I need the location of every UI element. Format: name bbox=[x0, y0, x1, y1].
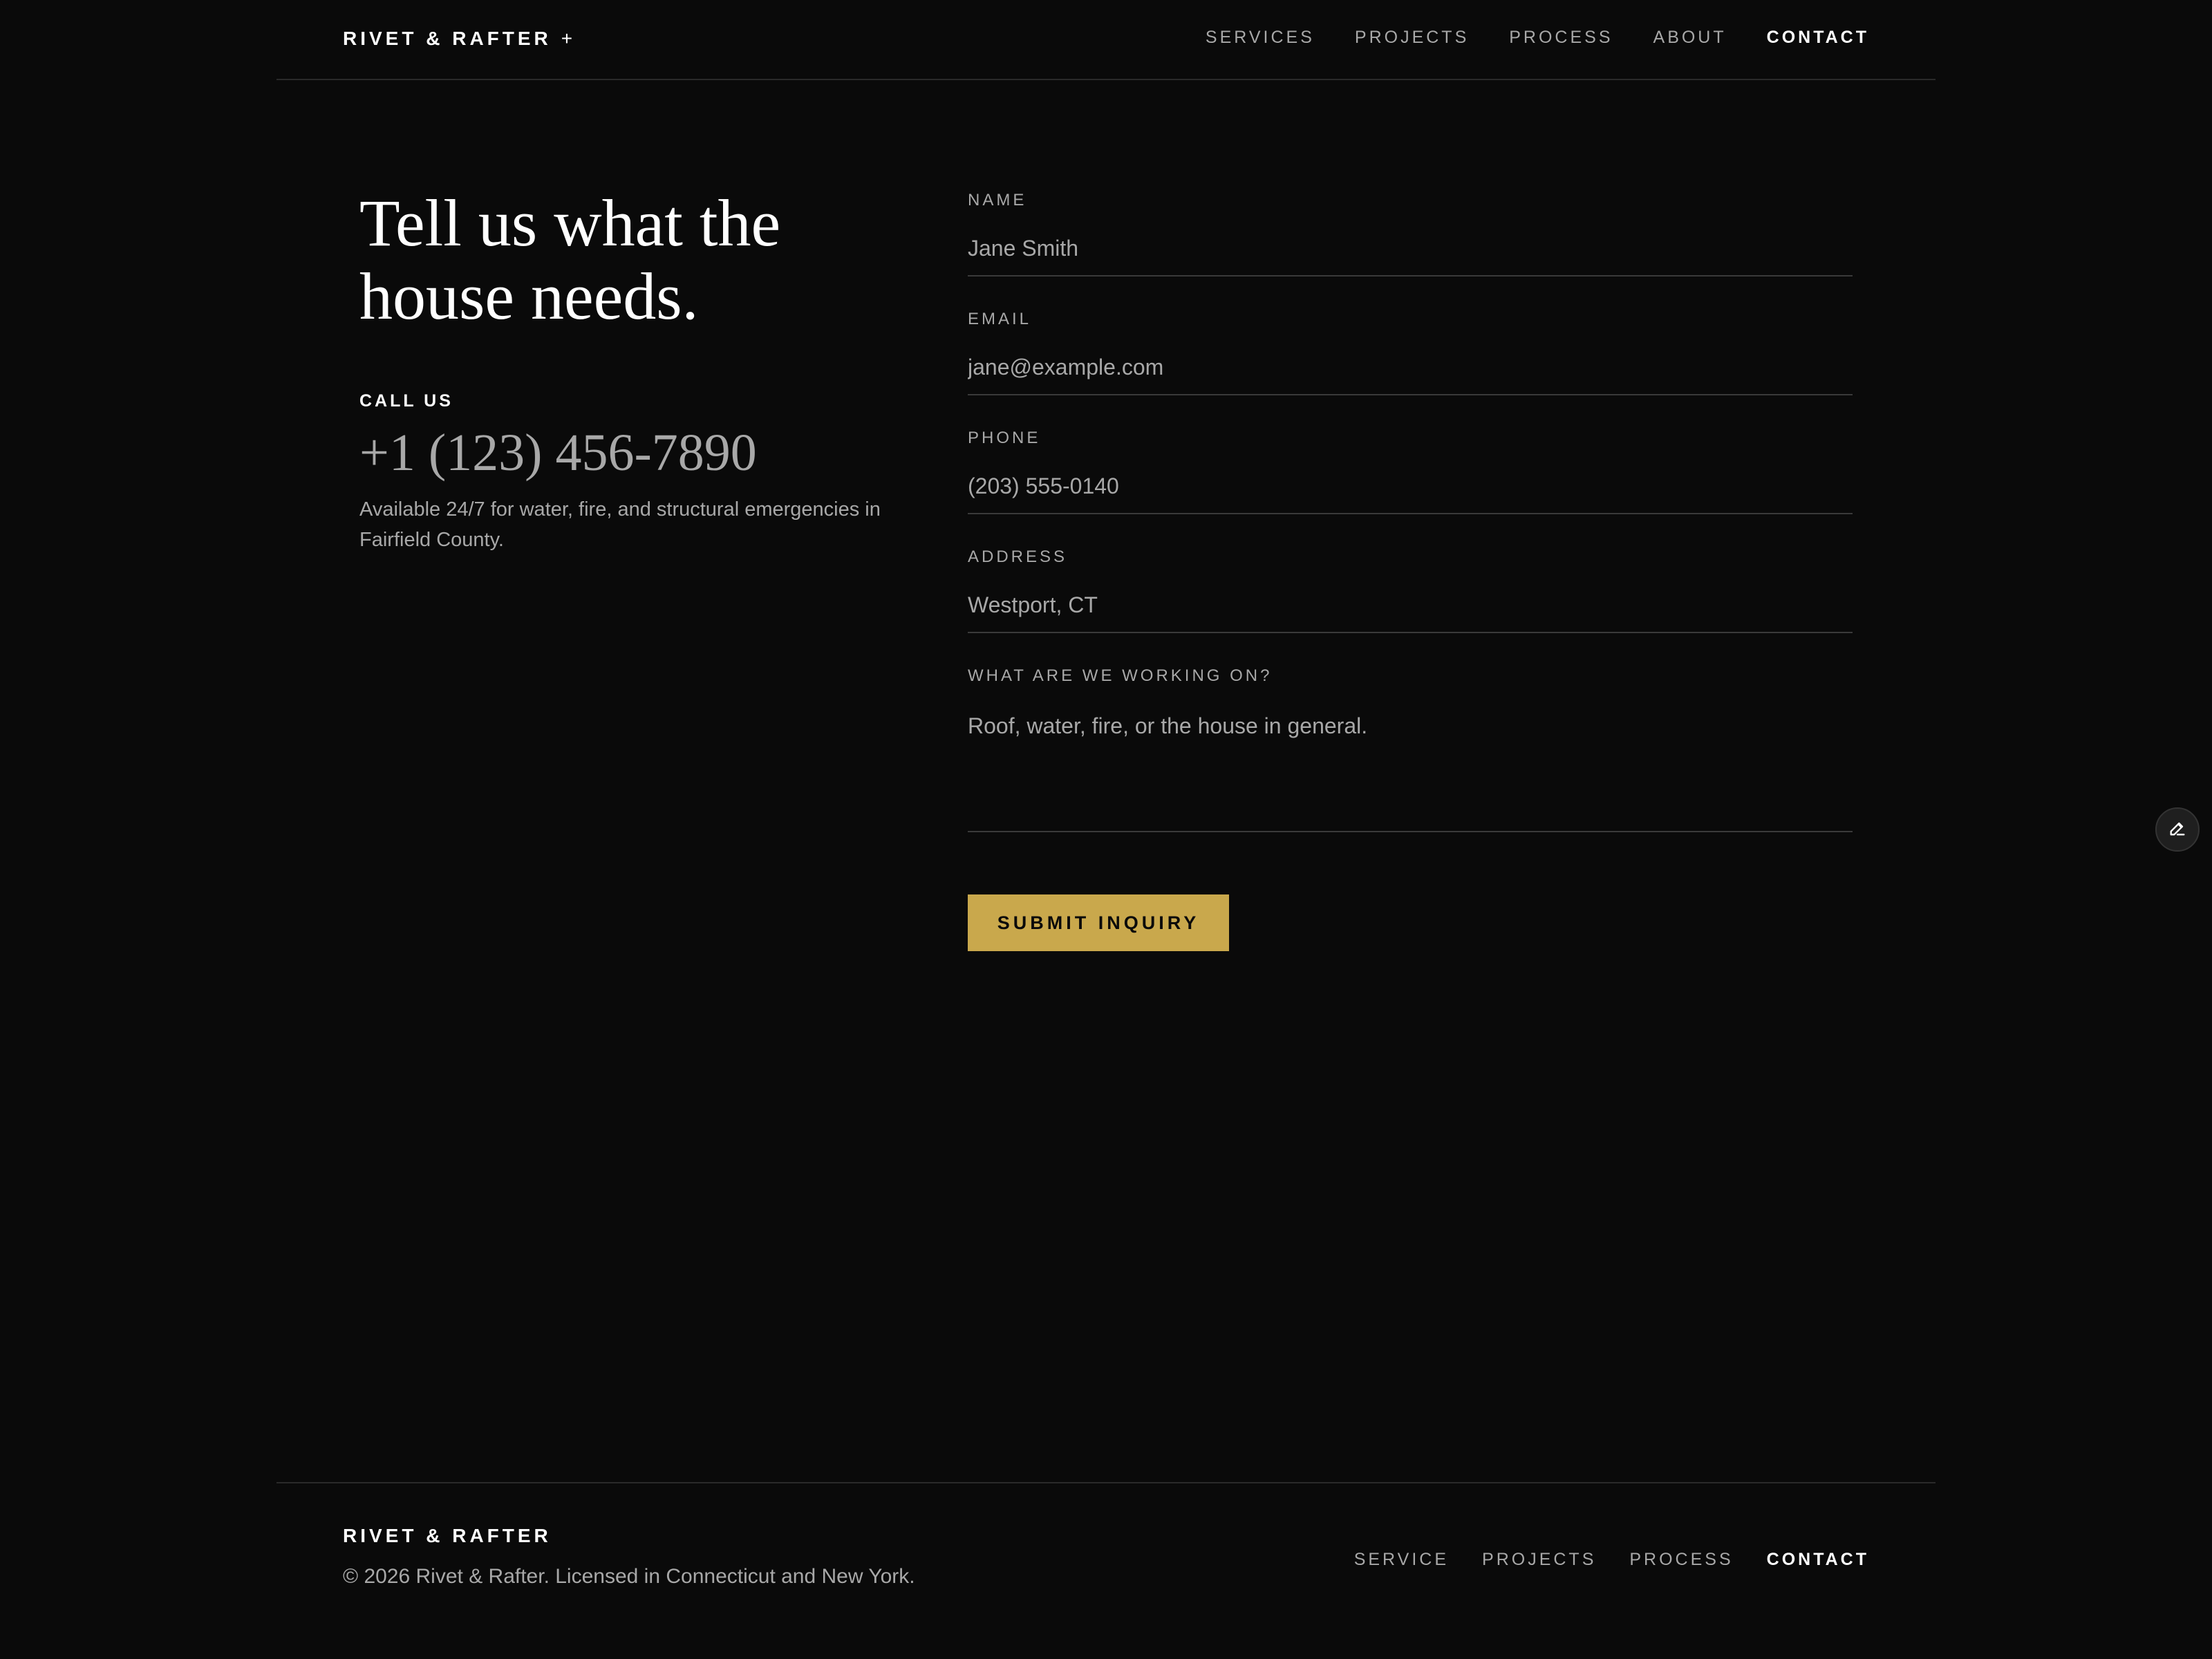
availability-text: Available 24/7 for water, fire, and stru… bbox=[359, 498, 881, 551]
name-field-group: NAME bbox=[968, 187, 1853, 306]
footer-nav-projects[interactable]: PROJECTS bbox=[1482, 1550, 1596, 1570]
nav-projects[interactable]: PROJECTS bbox=[1355, 28, 1469, 48]
inquiry-form: NAME EMAIL PHONE ADDRESS WHAT ARE WE WOR… bbox=[968, 187, 1853, 890]
email-field-group: EMAIL bbox=[968, 306, 1853, 424]
brand-logo[interactable]: RIVET & RAFTER + bbox=[343, 28, 576, 50]
footer-nav: SERVICE PROJECTS PROCESS CONTACT bbox=[1354, 1550, 1869, 1570]
message-label: WHAT ARE WE WORKING ON? bbox=[968, 666, 1273, 685]
footer-nav-contact[interactable]: CONTACT bbox=[1767, 1550, 1869, 1570]
nav-contact[interactable]: CONTACT bbox=[1767, 28, 1869, 48]
brand-name: RIVET & RAFTER bbox=[343, 28, 552, 49]
nav-services[interactable]: SERVICES bbox=[1206, 28, 1315, 48]
site-header: RIVET & RAFTER + SERVICES PROJECTS PROCES… bbox=[276, 0, 1936, 80]
nav-about[interactable]: ABOUT bbox=[1653, 28, 1727, 48]
nav-process[interactable]: PROCESS bbox=[1509, 28, 1613, 48]
footer-brand[interactable]: RIVET & RAFTER bbox=[343, 1525, 552, 1547]
name-input[interactable] bbox=[968, 228, 1853, 276]
phone-label: PHONE bbox=[968, 429, 1041, 447]
footer-nav-service[interactable]: SERVICE bbox=[1354, 1550, 1449, 1570]
phone-field-group: PHONE bbox=[968, 424, 1853, 543]
main-nav: SERVICES PROJECTS PROCESS ABOUT CONTACT bbox=[1206, 28, 1869, 48]
footer-copyright: © 2026 Rivet & Rafter. Licensed in Conne… bbox=[343, 1565, 915, 1588]
email-label: EMAIL bbox=[968, 310, 1032, 328]
address-input[interactable] bbox=[968, 585, 1853, 633]
call-us-label: CALL US bbox=[359, 391, 453, 411]
footer-nav-process[interactable]: PROCESS bbox=[1629, 1550, 1733, 1570]
edit-button[interactable] bbox=[2155, 807, 2200, 852]
contact-intro: Tell us what the house needs. CALL US +1… bbox=[359, 187, 912, 555]
message-textarea[interactable] bbox=[968, 713, 1853, 832]
page-title: Tell us what the house needs. bbox=[359, 186, 781, 333]
address-field-group: ADDRESS bbox=[968, 543, 1853, 662]
message-field-group: WHAT ARE WE WORKING ON? bbox=[968, 662, 1853, 890]
address-label: ADDRESS bbox=[968, 547, 1068, 566]
pencil-icon bbox=[2168, 818, 2187, 841]
brand-plus-mark: + bbox=[561, 28, 577, 49]
page: RIVET & RAFTER + SERVICES PROJECTS PROCES… bbox=[0, 0, 2212, 1659]
email-input[interactable] bbox=[968, 347, 1853, 395]
site-footer: RIVET & RAFTER © 2026 Rivet & Rafter. Li… bbox=[276, 1482, 1936, 1659]
name-label: NAME bbox=[968, 191, 1027, 209]
phone-input[interactable] bbox=[968, 466, 1853, 514]
submit-inquiry-button[interactable]: SUBMIT INQUIRY bbox=[968, 894, 1229, 951]
phone-number[interactable]: +1 (123) 456-7890 bbox=[359, 424, 912, 482]
